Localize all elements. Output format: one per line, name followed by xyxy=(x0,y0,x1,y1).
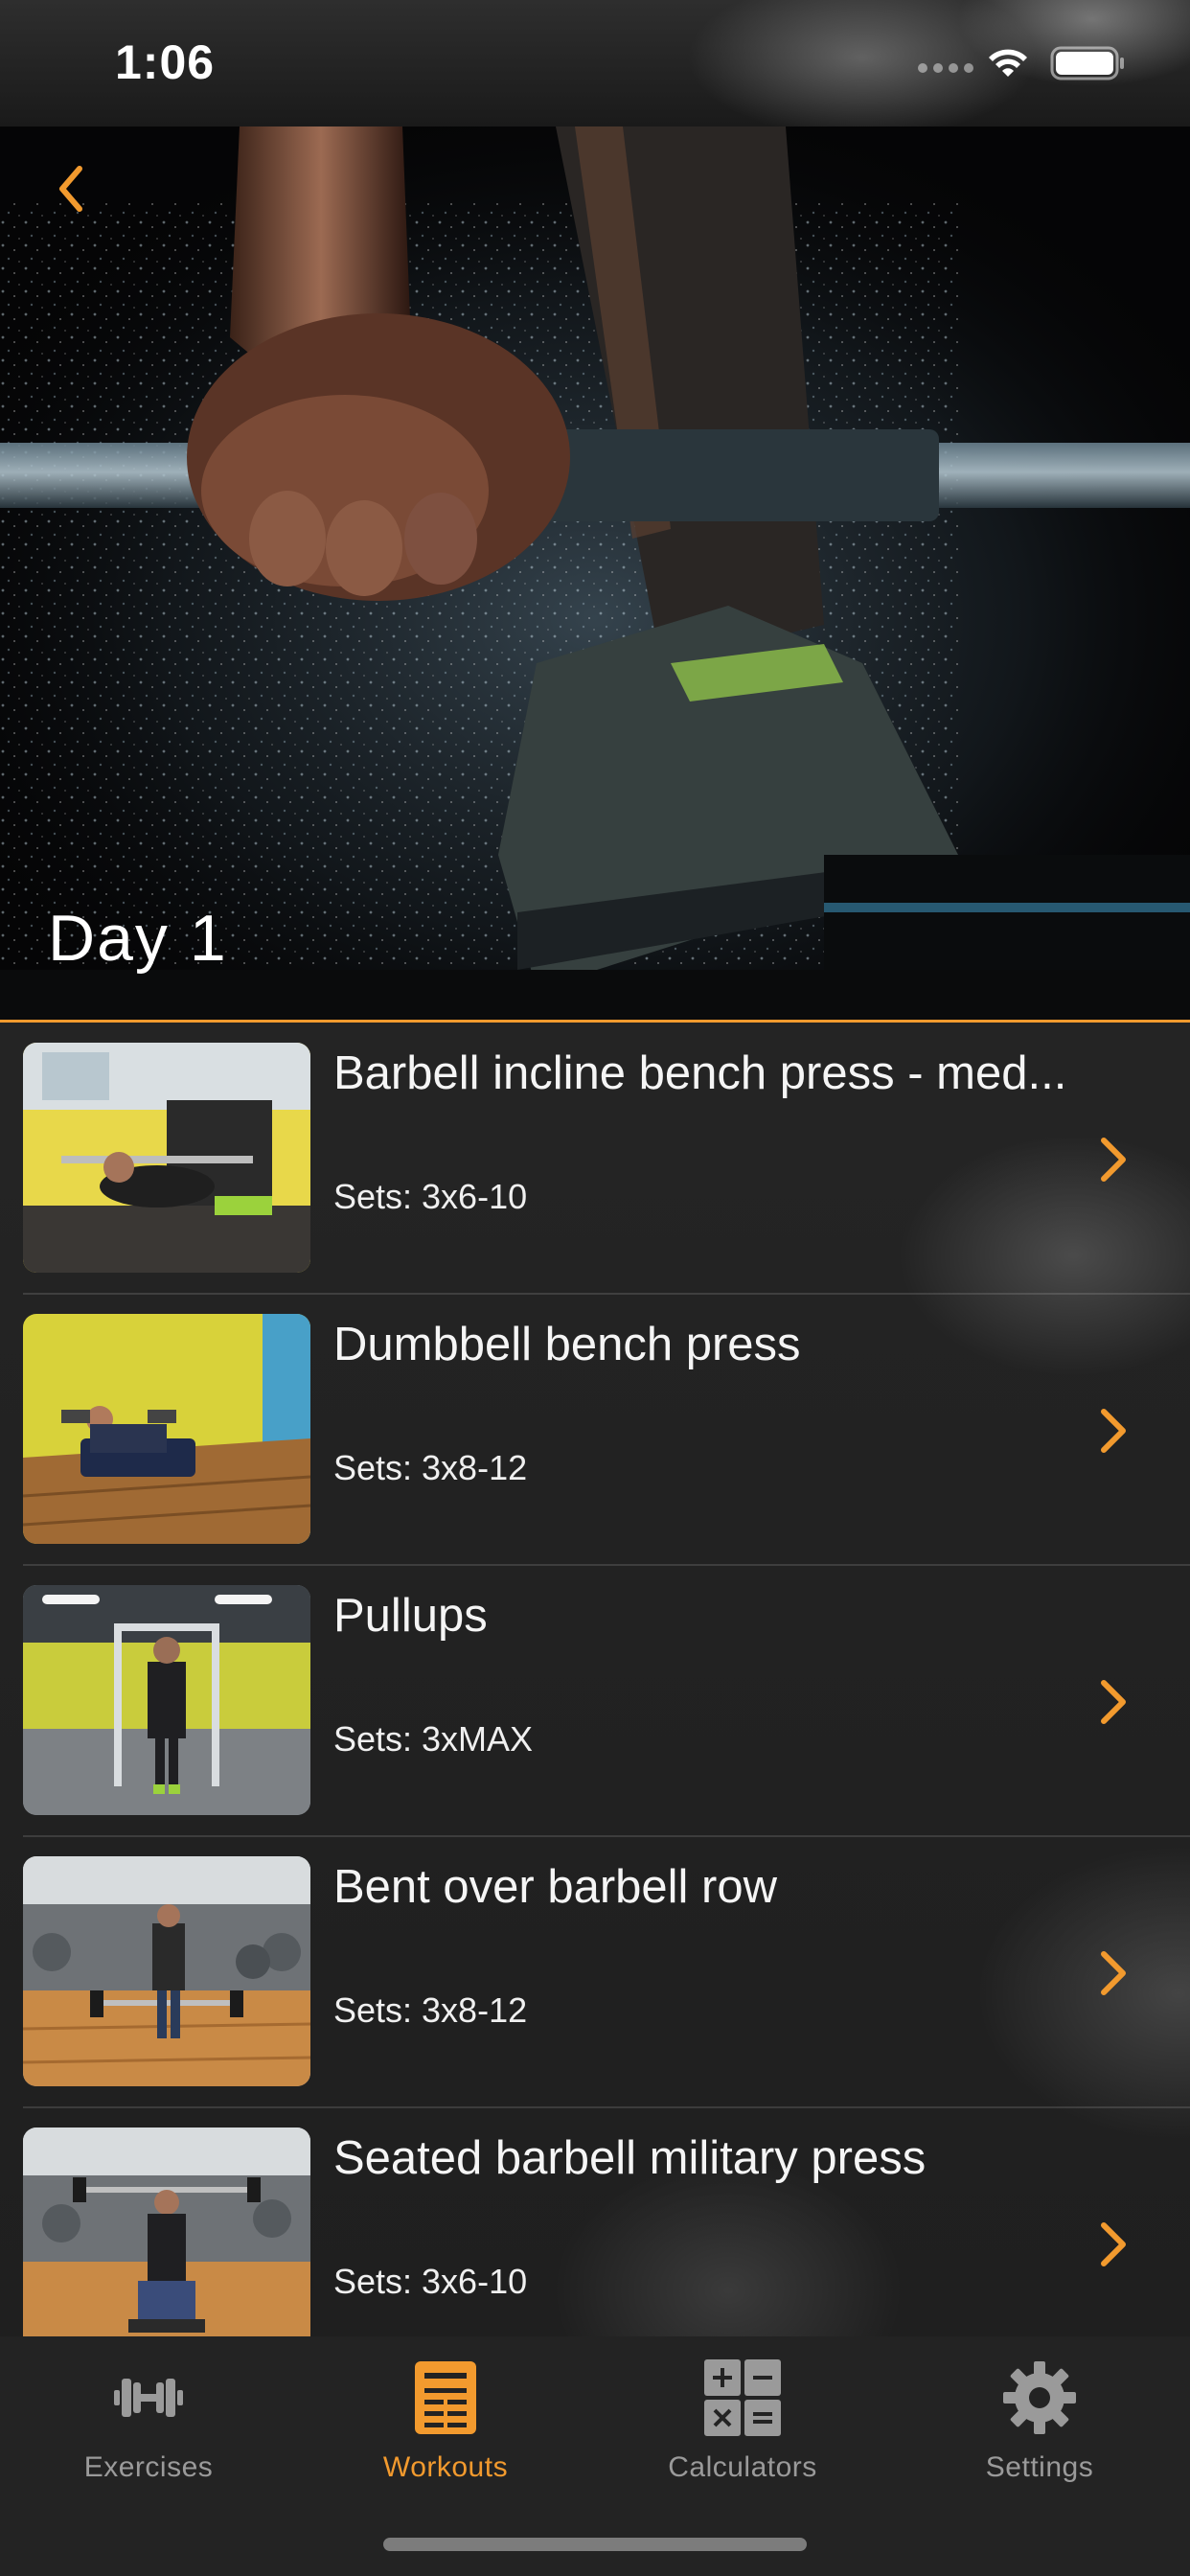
status-time: 1:06 xyxy=(115,35,216,89)
chevron-right-icon xyxy=(1101,2222,1126,2266)
tab-settings[interactable]: Settings xyxy=(891,2350,1188,2503)
exercise-thumbnail xyxy=(23,2128,310,2336)
exercise-list: Barbell incline bench press - med... Set… xyxy=(0,1024,1190,2336)
chevron-right-icon xyxy=(1101,1680,1126,1724)
exercise-row[interactable]: Seated barbell military press Sets: 3x6-… xyxy=(0,2108,1190,2336)
exercise-row[interactable]: Barbell incline bench press - med... Set… xyxy=(0,1024,1190,1295)
home-indicator xyxy=(383,2538,807,2551)
hero-image xyxy=(0,126,1190,1020)
exercise-name: Dumbbell bench press xyxy=(333,1319,801,1370)
exercise-row[interactable]: Bent over barbell row Sets: 3x8-12 xyxy=(0,1837,1190,2108)
tab-calculators[interactable]: Calculators xyxy=(594,2350,891,2503)
exercise-sets: Sets: 3x8-12 xyxy=(333,1448,528,1487)
exercise-name: Pullups xyxy=(333,1590,488,1642)
exercise-sets: Sets: 3x6-10 xyxy=(333,1177,528,1216)
chevron-right-icon xyxy=(1101,1409,1126,1453)
calculator-icon xyxy=(704,2359,781,2436)
gear-icon xyxy=(1003,2361,1076,2434)
tab-workouts[interactable]: Workouts xyxy=(297,2350,594,2503)
exercise-thumbnail xyxy=(23,1856,310,2086)
workout-sheet-icon xyxy=(415,2361,476,2434)
exercise-thumbnail xyxy=(23,1043,310,1273)
back-button[interactable] xyxy=(42,155,100,222)
tab-label: Settings xyxy=(985,2451,1094,2483)
exercise-thumbnail xyxy=(23,1314,310,1544)
exercise-row[interactable]: Pullups Sets: 3xMAX xyxy=(0,1566,1190,1837)
exercise-name: Seated barbell military press xyxy=(333,2132,927,2184)
exercise-sets: Sets: 3xMAX xyxy=(333,1719,534,1759)
exercise-thumbnail xyxy=(23,1585,310,1815)
tab-label: Workouts xyxy=(382,2451,509,2483)
workout-day-screen: 1:06 Day 1 Barbell incline bench press -… xyxy=(0,0,1190,2576)
exercise-sets: Sets: 3x8-12 xyxy=(333,1990,528,2030)
tab-label: Calculators xyxy=(668,2451,817,2483)
dumbbell-icon xyxy=(114,2379,183,2417)
wifi-icon xyxy=(989,49,1027,77)
exercise-name: Barbell incline bench press - med... xyxy=(333,1047,1067,1099)
workout-hero-banner: Day 1 xyxy=(0,126,1190,1023)
exercise-sets: Sets: 3x6-10 xyxy=(333,2262,528,2301)
chevron-right-icon xyxy=(1101,1951,1126,1995)
status-bar: 1:06 xyxy=(0,0,1190,126)
tab-exercises[interactable]: Exercises xyxy=(0,2350,297,2503)
chevron-right-icon xyxy=(1101,1138,1126,1182)
exercise-row[interactable]: Dumbbell bench press Sets: 3x8-12 xyxy=(0,1295,1190,1566)
cellular-signal-icon xyxy=(918,63,973,73)
tab-label: Exercises xyxy=(83,2451,214,2483)
chevron-left-icon xyxy=(59,166,82,212)
workout-day-title: Day 1 xyxy=(48,902,228,975)
exercise-name: Bent over barbell row xyxy=(333,1861,778,1913)
battery-icon xyxy=(1050,46,1124,80)
